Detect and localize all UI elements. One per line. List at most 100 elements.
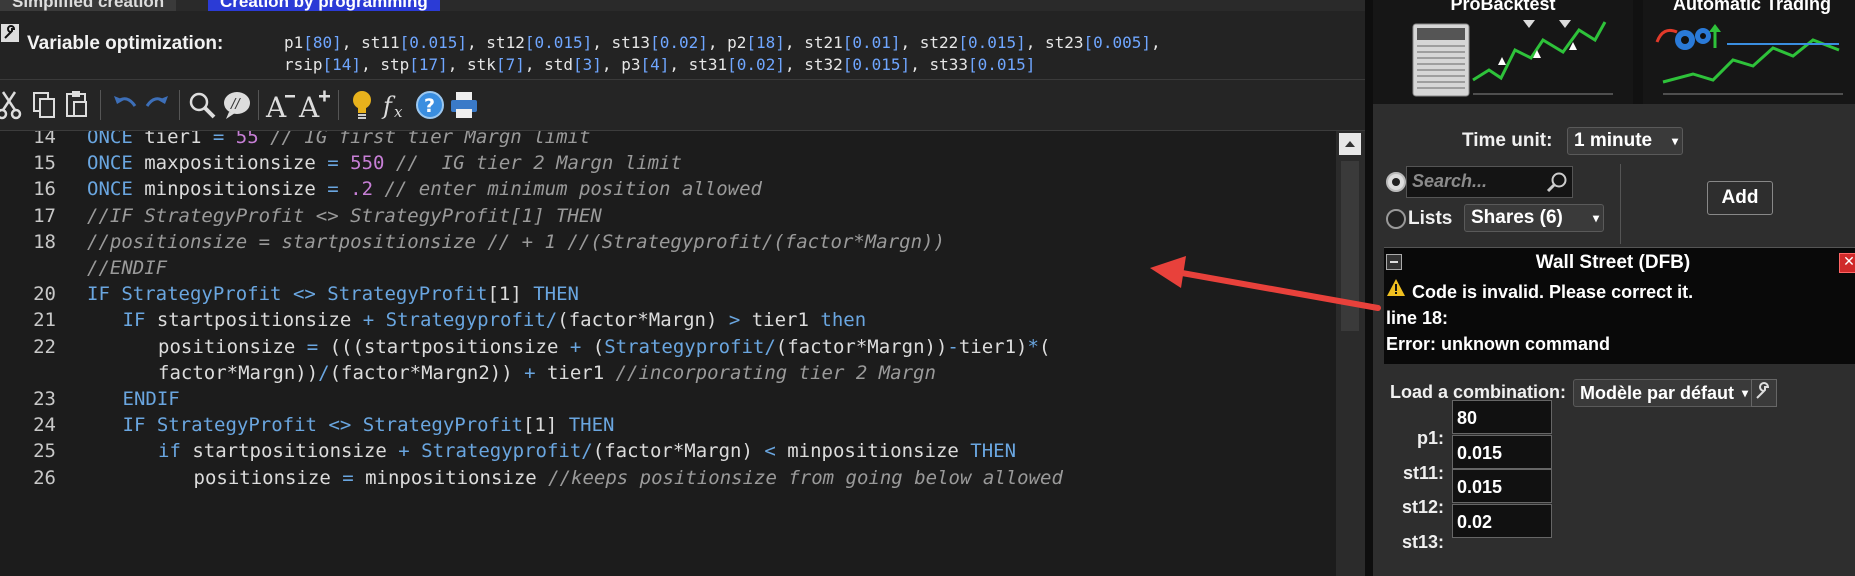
tab-simplified-creation[interactable]: Simplified creation (0, 0, 177, 11)
print-icon[interactable] (447, 88, 481, 122)
code-line[interactable]: IF startpositionsize + Strategyprofit/(f… (123, 309, 867, 331)
combination-select[interactable]: Modèle par défaut ▾ (1573, 379, 1753, 407)
code-line[interactable]: ONCE tier1 = 55 // IG first tier Margn l… (87, 131, 590, 148)
find-icon[interactable] (185, 88, 219, 122)
variable-value: [18] (746, 33, 785, 52)
automatic-trading-chart-icon (1655, 24, 1843, 95)
scrollbar-thumb[interactable] (1341, 161, 1359, 331)
variable-list-line-2[interactable]: rsip[14], stp[17], stk[7], std[3], p3[4]… (284, 55, 1035, 74)
code-line[interactable]: positionsize = (((startpositionsize + (S… (158, 336, 1050, 358)
variable-value: [14] (322, 55, 362, 74)
line-number: 21 (33, 309, 56, 332)
variable-value: [0.015] (524, 33, 593, 52)
variable-value: [0.015] (958, 33, 1026, 52)
error-message: Code is invalid. Please correct it. (1412, 282, 1694, 302)
code-line[interactable]: IF StrategyProfit <> StrategyProfit[1] T… (123, 414, 615, 436)
variable-value: [0.02] (727, 55, 785, 74)
add-button[interactable]: Add (1707, 181, 1773, 215)
font-increase-icon[interactable]: A (298, 88, 332, 122)
param-label: st12: (1401, 497, 1444, 517)
code-line[interactable]: IF StrategyProfit <> StrategyProfit[1] T… (87, 283, 579, 305)
code-line[interactable]: //positionsize = startpositionsize // + … (87, 231, 945, 253)
line-number: 25 (33, 440, 56, 463)
variable-value: [0.015] (967, 55, 1036, 74)
variable-value: [80] (303, 33, 342, 52)
probacktest-card[interactable]: ProBacktest (1373, 0, 1633, 104)
instrument-panel: Wall Street (DFB) ✕ Code is invalid. Ple… (1384, 247, 1855, 364)
wrench-icon[interactable] (0, 23, 20, 43)
search-icon[interactable] (1546, 171, 1568, 193)
variable-list-line-1[interactable]: p1[80], st11[0.015], st12[0.015], st13[0… (284, 33, 1170, 52)
copy-icon[interactable] (27, 88, 61, 122)
lists-label: Lists (1408, 208, 1453, 229)
code-editor[interactable]: 14 15 16 17 18 20 21 22 23 24 25 26 ONCE tier1 = 55… (0, 131, 1336, 576)
lists-radio[interactable] (1386, 209, 1406, 229)
lists-select[interactable]: Shares (6) ▾ (1464, 204, 1604, 232)
param-input[interactable]: 0.02 (1452, 503, 1552, 538)
variable-optimization-label: Variable optimization: (27, 33, 224, 54)
code-line[interactable]: ENDIF (123, 388, 180, 410)
right-panel: ProBacktest Automatic Trading Time unit:… (1373, 0, 1855, 576)
variable-value: [0.01] (842, 33, 901, 52)
param-label: p1: (1417, 428, 1444, 448)
code-line[interactable]: //ENDIF (87, 257, 167, 279)
time-unit-select[interactable]: 1 minute ▾ (1567, 127, 1683, 155)
paste-icon[interactable] (60, 88, 94, 122)
font-decrease-icon[interactable]: A (264, 88, 298, 122)
function-icon[interactable]: fx (379, 88, 413, 122)
chevron-down-icon: ▾ (1592, 211, 1599, 225)
variable-name: st13 (611, 33, 651, 52)
scroll-up-button[interactable] (1339, 133, 1361, 155)
search-radio[interactable] (1386, 172, 1406, 192)
code-line[interactable]: ONCE maxpositionsize = 550 // IG tier 2 … (87, 152, 682, 174)
svg-text:?: ? (424, 95, 435, 117)
chevron-down-icon: ▾ (1741, 386, 1748, 400)
probacktest-title: ProBacktest (1450, 0, 1556, 14)
variable-value: [0.015] (399, 33, 468, 52)
variable-value: [17] (409, 55, 448, 74)
variable-name: stp (380, 55, 410, 74)
comment-icon[interactable]: // (220, 88, 254, 122)
instrument-title: Wall Street (DFB) (1535, 252, 1691, 273)
variable-name: rsip (284, 55, 323, 74)
lightbulb-icon[interactable] (345, 88, 379, 122)
variable-name: std (544, 55, 574, 74)
param-input[interactable]: 0.015 (1452, 469, 1552, 503)
param-input[interactable]: 80 (1452, 400, 1552, 434)
variable-name: st31 (688, 55, 728, 74)
variable-name: st21 (804, 33, 843, 52)
code-line[interactable]: factor*Margn))/(factor*Margn2)) + tier1 … (158, 362, 936, 384)
error-line: line 18: (1386, 308, 1449, 328)
wrench-icon[interactable] (1751, 379, 1777, 407)
tab-creation-by-programming[interactable]: Creation by programming (208, 0, 440, 11)
automatic-trading-card[interactable]: Automatic Trading (1643, 0, 1855, 104)
svg-text:x: x (394, 103, 403, 120)
chevron-down-icon: ▾ (1671, 134, 1678, 148)
help-icon[interactable]: ? (413, 88, 447, 122)
combination-panel: Load a combination: Modèle par défaut ▾ … (1384, 370, 1855, 576)
redo-icon[interactable] (140, 88, 174, 122)
search-input[interactable]: Search... (1406, 166, 1573, 198)
vertical-scrollbar[interactable] (1336, 131, 1365, 576)
cut-icon[interactable] (0, 88, 26, 122)
line-number: 26 (33, 466, 56, 489)
code-line[interactable]: ONCE minpositionsize = .2 // enter minim… (87, 178, 762, 200)
line-number: 20 (33, 283, 56, 306)
close-icon[interactable]: ✕ (1839, 253, 1855, 273)
editor-toolbar: // A A fx ? (0, 80, 1365, 131)
line-number: 15 (33, 152, 56, 175)
param-input[interactable]: 0.015 (1452, 434, 1552, 469)
svg-text://: // (230, 97, 241, 112)
line-number: 22 (33, 335, 56, 358)
variable-value: [0.005] (1083, 33, 1151, 52)
variable-name: p2 (727, 33, 747, 52)
probacktest-chart-icon (1412, 20, 1613, 97)
variable-name: st12 (486, 33, 525, 52)
pane-splitter[interactable] (1365, 0, 1373, 576)
code-line[interactable]: //IF StrategyProfit <> StrategyProfit[1]… (87, 205, 602, 227)
editor-pane: Simplified creation Creation by programm… (0, 0, 1365, 576)
variable-name: p3 (621, 55, 641, 74)
undo-icon[interactable] (108, 88, 142, 122)
code-line[interactable]: positionsize = minpositionsize //keeps p… (194, 467, 1063, 489)
code-line[interactable]: if startpositionsize + Strategyprofit/(f… (158, 440, 1016, 462)
